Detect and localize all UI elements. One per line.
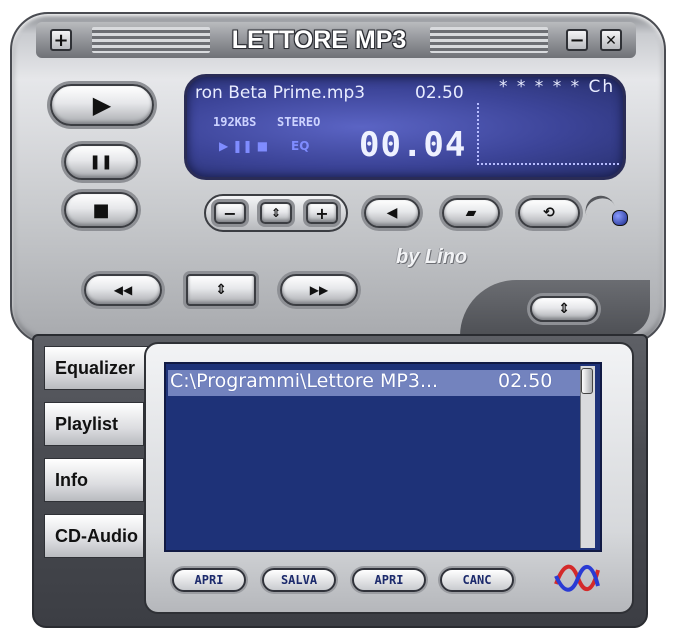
repeat-button[interactable]: ⟲ [518, 198, 580, 228]
delete-button[interactable]: CANC [440, 568, 514, 592]
pause-status-icon: ❚❚ [232, 139, 253, 153]
wave-logo-icon [554, 564, 600, 592]
play-status-icon: ▶ [219, 139, 229, 153]
tab-label: Equalizer [55, 357, 136, 378]
minimize-button[interactable]: − [566, 29, 588, 51]
pause-icon: ❚❚ [89, 154, 113, 170]
playlist-item-path[interactable]: C:\Programmi\Lettore MP3... [170, 370, 438, 392]
open-file-button[interactable]: ▰ [442, 198, 500, 228]
scrollbar-thumb[interactable] [581, 368, 593, 394]
stereo-indicator: STEREO [277, 115, 321, 129]
scroll-tail: * * * * * Ch [499, 77, 616, 97]
tab-cd-audio[interactable]: CD-Audio [44, 514, 144, 558]
close-button[interactable]: ✕ [600, 29, 622, 51]
play-button[interactable]: ▶ [50, 84, 154, 126]
tab-info[interactable]: Info [44, 458, 144, 502]
plus-icon: + [315, 203, 329, 223]
track-duration: 02.50 [415, 83, 464, 103]
repeat-icon: ⟲ [543, 205, 555, 221]
track-display: ron Beta Prime.mp3 02.50 * * * * * Ch 19… [184, 74, 626, 180]
open-file-list-button[interactable]: APRI [352, 568, 426, 592]
window-title: LETTORE MP3 [231, 26, 407, 54]
title-bar-stripes-right [430, 27, 548, 53]
updown-arrows-icon: ⇕ [215, 282, 227, 298]
led-indicator-icon [612, 210, 628, 226]
mute-button[interactable]: ◀ [364, 198, 420, 228]
volume-reset-button[interactable]: ⇕ [260, 202, 292, 224]
stop-icon: ■ [92, 199, 110, 221]
brand-label: by Lino [396, 246, 468, 268]
time-counter: 00.04 [359, 125, 467, 165]
updown-button[interactable]: ⇕ [186, 274, 256, 306]
save-playlist-button[interactable]: SALVA [262, 568, 336, 592]
tab-equalizer[interactable]: Equalizer [44, 346, 148, 390]
toggle-panel-button[interactable]: ⇕ [530, 296, 598, 322]
status-icons: ▶ ❚❚ ■ [219, 139, 268, 153]
volume-down-button[interactable]: − [214, 202, 246, 224]
tab-label: Info [55, 469, 88, 490]
volume-up-button[interactable]: + [306, 202, 338, 224]
rewind-icon: ◀◀ [113, 283, 133, 297]
open-playlist-button[interactable]: APRI [172, 568, 246, 592]
bitrate-indicator: 192KBS [213, 115, 257, 129]
toggle-arrows-icon: ⇕ [558, 301, 570, 317]
visualizer-box [477, 103, 619, 165]
add-button[interactable]: + [50, 29, 72, 51]
next-button[interactable]: ▶▶ [280, 274, 358, 306]
tab-playlist[interactable]: Playlist [44, 402, 144, 446]
folder-icon: ▰ [465, 205, 477, 221]
play-icon: ▶ [92, 91, 112, 119]
minus-icon: − [223, 203, 237, 223]
speaker-icon: ◀ [386, 205, 398, 221]
track-name: ron Beta Prime.mp3 [195, 83, 366, 103]
pause-button[interactable]: ❚❚ [64, 144, 138, 180]
tab-label: Playlist [55, 413, 119, 434]
eq-indicator: EQ [291, 139, 310, 153]
previous-button[interactable]: ◀◀ [84, 274, 162, 306]
tab-label: CD-Audio [55, 525, 138, 546]
title-bar-stripes-left [92, 27, 210, 53]
fast-forward-icon: ▶▶ [309, 283, 329, 297]
stop-status-icon: ■ [256, 139, 269, 153]
updown-icon: ⇕ [270, 206, 282, 220]
playlist-item-time: 02.50 [498, 370, 553, 392]
stop-button[interactable]: ■ [64, 192, 138, 228]
